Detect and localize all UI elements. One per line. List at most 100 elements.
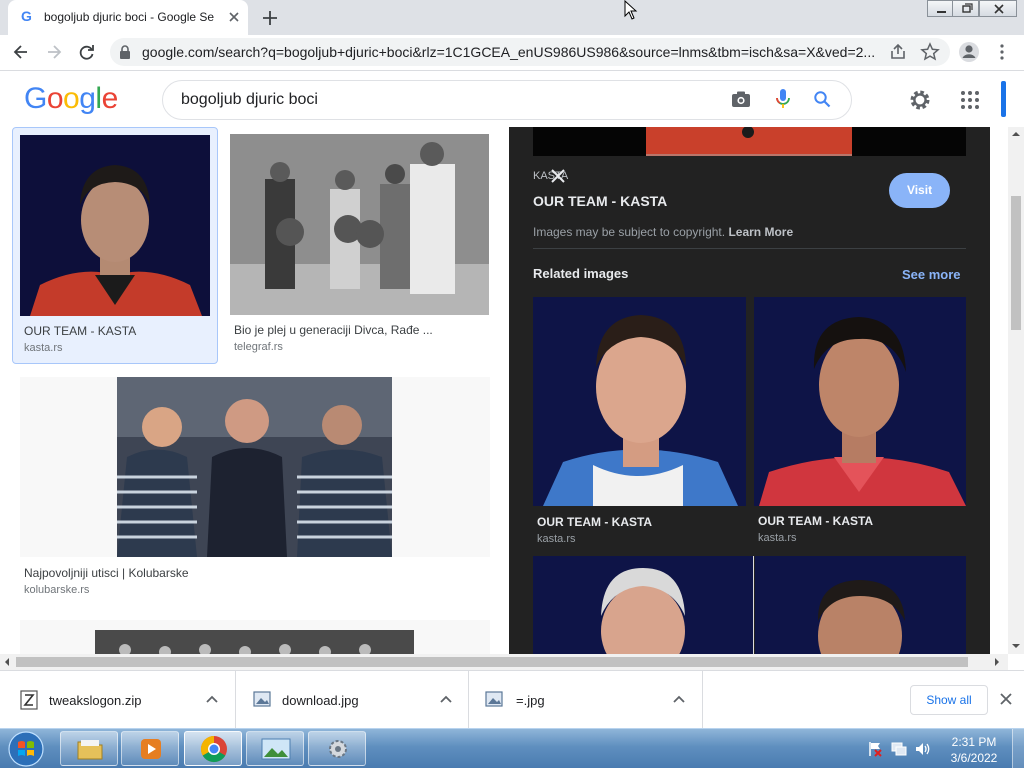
share-icon[interactable]: [889, 43, 907, 61]
preview-title[interactable]: OUR TEAM - KASTA: [533, 193, 667, 209]
search-icon[interactable]: [813, 90, 831, 108]
related-image: [533, 297, 746, 506]
result-caption: OUR TEAM - KASTA: [24, 324, 137, 338]
back-icon[interactable]: [11, 42, 31, 62]
download-filename: =.jpg: [516, 693, 545, 708]
show-all-downloads-button[interactable]: Show all: [910, 685, 988, 715]
visit-button[interactable]: Visit: [889, 173, 950, 208]
show-desktop-button[interactable]: [1012, 729, 1024, 768]
related-images-heading: Related images: [533, 266, 629, 281]
scroll-right-arrow-icon[interactable]: [994, 657, 1000, 667]
download-item[interactable]: download.jpg: [236, 671, 469, 729]
result-caption: Najpovoljniji utisci | Kolubarske: [24, 566, 189, 580]
close-panel-icon[interactable]: [549, 167, 567, 185]
minimize-button[interactable]: [927, 0, 954, 17]
clock-time: 2:31 PM: [951, 735, 997, 749]
copyright-note: Images may be subject to copyright. Lear…: [533, 225, 793, 239]
mouse-cursor-icon: [624, 0, 638, 20]
result-image: [20, 135, 210, 316]
result-card-selected[interactable]: OUR TEAM - KASTA kasta.rs: [12, 127, 218, 364]
volume-icon[interactable]: [914, 741, 932, 757]
lock-icon[interactable]: [119, 45, 131, 59]
scroll-left-arrow-icon[interactable]: [4, 657, 10, 667]
photo-viewer-icon: [261, 738, 291, 760]
copyright-text: Images may be subject to copyright.: [533, 225, 726, 239]
related-image-card[interactable]: OUR TEAM - KASTA kasta.rs: [533, 297, 746, 549]
camera-icon[interactable]: [731, 90, 751, 108]
new-tab-icon[interactable]: [258, 6, 282, 30]
learn-more-link[interactable]: Learn More: [728, 225, 793, 239]
download-filename: tweakslogon.zip: [49, 693, 142, 708]
taskbar-photo-viewer[interactable]: [246, 731, 304, 766]
divider: [753, 556, 754, 654]
related-caption: OUR TEAM - KASTA: [537, 515, 653, 529]
image-file-icon: [485, 691, 503, 707]
vertical-scroll-thumb[interactable]: [1011, 196, 1021, 330]
scroll-up-arrow-icon[interactable]: [1011, 131, 1021, 137]
result-image: [95, 630, 414, 654]
url-text: google.com/search?q=bogoljub+djuric+boci…: [142, 44, 876, 60]
action-center-flag-icon[interactable]: [867, 741, 883, 757]
related-caption: OUR TEAM - KASTA: [758, 514, 874, 528]
close-shelf-icon[interactable]: [1000, 693, 1012, 705]
browser-tab[interactable]: G bogoljub djuric boci - Google Se: [8, 0, 248, 35]
horizontal-scroll-thumb[interactable]: [16, 657, 968, 667]
image-file-icon: [253, 691, 271, 707]
reload-icon[interactable]: [77, 42, 97, 62]
apps-grid-icon[interactable]: [960, 90, 980, 110]
logo-letter: g: [79, 82, 96, 115]
settings-gear-icon[interactable]: [908, 88, 932, 112]
result-card[interactable]: [20, 620, 490, 654]
system-clock[interactable]: 2:31 PM 3/6/2022: [944, 734, 1004, 766]
google-logo[interactable]: Google: [24, 82, 118, 116]
vertical-scrollbar[interactable]: [1008, 127, 1024, 654]
microphone-icon[interactable]: [775, 88, 791, 110]
download-filename: download.jpg: [282, 693, 359, 708]
clock-date: 3/6/2022: [950, 751, 998, 765]
restore-button[interactable]: [952, 0, 979, 17]
download-item[interactable]: =.jpg: [469, 671, 703, 729]
related-image[interactable]: [533, 556, 753, 654]
chrome-icon: [200, 735, 227, 763]
close-window-button[interactable]: [979, 0, 1017, 17]
result-card[interactable]: Bio je plej u generaciji Divca, Rađe ...…: [226, 127, 494, 364]
sign-in-button-edge[interactable]: [1001, 81, 1006, 117]
result-source: telegraf.rs: [234, 341, 283, 353]
taskbar-settings-app[interactable]: [308, 731, 366, 766]
taskbar-media-player[interactable]: [121, 731, 179, 766]
search-input[interactable]: bogoljub djuric boci: [181, 91, 318, 109]
result-image: [230, 134, 489, 315]
image-results: OUR TEAM - KASTA kasta.rs Bio je plej u …: [0, 127, 509, 654]
result-card[interactable]: Najpovoljniji utisci | Kolubarske koluba…: [12, 372, 494, 604]
see-more-link[interactable]: See more: [902, 267, 961, 282]
image-preview-panel: KASTA OUR TEAM - KASTA Visit Images may …: [509, 127, 990, 654]
scroll-down-arrow-icon[interactable]: [1011, 643, 1021, 649]
preview-image[interactable]: [533, 127, 966, 156]
chevron-up-icon[interactable]: [206, 695, 218, 703]
bookmark-star-icon[interactable]: [920, 42, 940, 62]
network-icon[interactable]: [890, 741, 908, 757]
result-image: [117, 377, 392, 557]
related-image: [754, 297, 966, 506]
browser-menu-icon[interactable]: [996, 43, 1008, 61]
related-source: kasta.rs: [758, 532, 797, 544]
logo-letter: G: [24, 82, 47, 115]
result-caption: Bio je plej u generaciji Divca, Rađe ...: [234, 323, 433, 337]
gear-app-icon: [329, 740, 347, 758]
profile-avatar-icon[interactable]: [958, 41, 980, 63]
related-image[interactable]: [755, 556, 966, 654]
zip-file-icon: [20, 690, 38, 710]
taskbar-chrome[interactable]: [184, 731, 242, 766]
start-button[interactable]: [6, 730, 46, 768]
forward-icon[interactable]: [44, 42, 64, 62]
download-item[interactable]: tweakslogon.zip: [0, 671, 236, 729]
related-source: kasta.rs: [537, 533, 576, 545]
close-tab-icon[interactable]: [226, 9, 242, 25]
result-source: kasta.rs: [24, 342, 63, 354]
chevron-up-icon[interactable]: [440, 695, 452, 703]
chevron-up-icon[interactable]: [673, 695, 685, 703]
horizontal-scrollbar[interactable]: [0, 654, 1008, 670]
download-shelf: tweakslogon.zip download.jpg =.jpg: [0, 670, 1024, 729]
related-image-card[interactable]: OUR TEAM - KASTA kasta.rs: [754, 297, 966, 549]
taskbar-explorer[interactable]: [60, 731, 118, 766]
